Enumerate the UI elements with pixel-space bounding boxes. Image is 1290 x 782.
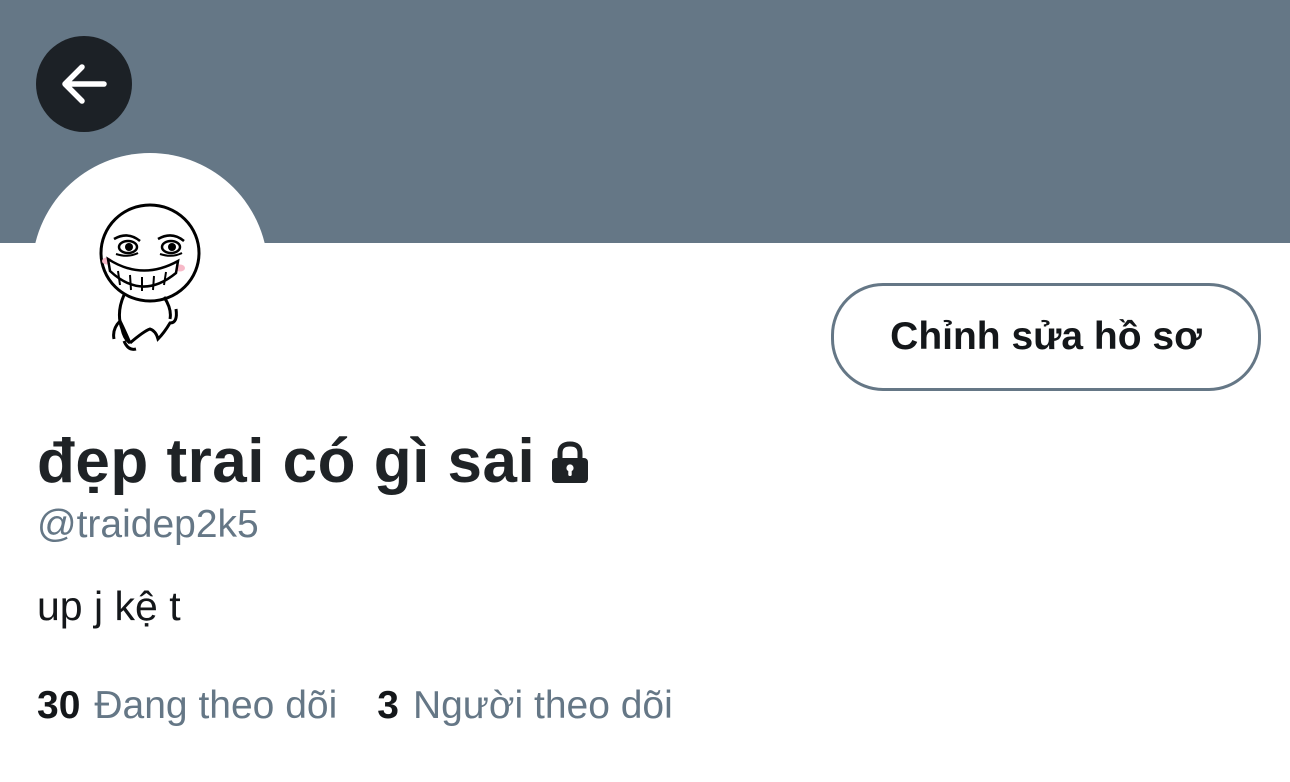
name-row: đẹp trai có gì sai [37, 422, 593, 502]
edit-profile-button[interactable]: Chỉnh sửa hồ sơ [831, 283, 1261, 391]
display-name: đẹp trai có gì sai [37, 427, 536, 496]
following-stat[interactable]: 30 Đang theo dõi [37, 680, 337, 732]
avatar[interactable] [32, 153, 268, 389]
arrow-left-icon [62, 64, 107, 104]
following-count: 30 [37, 684, 81, 727]
profile-handle: @traidep2k5 [37, 503, 259, 546]
followers-label: Người theo dõi [412, 684, 673, 727]
profile-bio: up j kệ t [37, 583, 181, 629]
followers-count: 3 [377, 684, 399, 727]
following-label: Đang theo dõi [94, 684, 338, 727]
profile-page: Chỉnh sửa hồ sơ đẹp trai có gì sai @trai… [0, 0, 1290, 782]
cartoon-avatar [99, 203, 201, 351]
lock-icon [547, 439, 593, 490]
profile-stats: 30 Đang theo dõi 3 Người theo dõi [37, 680, 673, 732]
back-button[interactable] [36, 36, 132, 132]
followers-stat[interactable]: 3 Người theo dõi [377, 680, 673, 732]
